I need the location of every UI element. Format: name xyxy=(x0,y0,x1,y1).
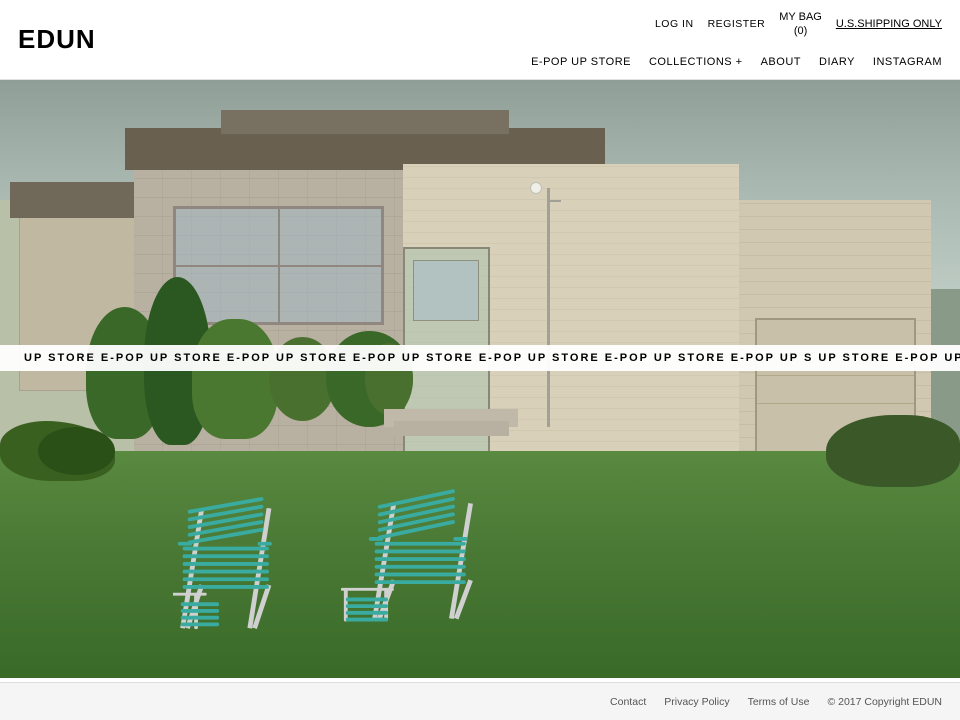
front-window-large xyxy=(173,206,384,326)
register-link[interactable]: REGISTER xyxy=(708,18,766,30)
lamppost-pole xyxy=(547,188,550,427)
neighbor-roof xyxy=(10,182,154,218)
footer-contact[interactable]: Contact xyxy=(610,696,646,708)
shrub-left-2 xyxy=(38,427,115,475)
ticker-content: UP STORE E-POP UP STORE E-POP UP STORE E… xyxy=(0,352,960,364)
nav-collections[interactable]: COLLECTIONS + xyxy=(649,56,743,68)
site-logo[interactable]: EDUN xyxy=(18,24,96,55)
epopup-link[interactable]: E-POP UP STORE xyxy=(531,56,631,68)
site-header: EDUN LOG IN REGISTER MY BAG (0) U.S.SHIP… xyxy=(0,0,960,80)
garage-door-panel-1 xyxy=(757,320,914,348)
footer-privacy[interactable]: Privacy Policy xyxy=(664,696,729,708)
nav-epopup[interactable]: E-POP UP STORE xyxy=(531,55,631,69)
nav-diary[interactable]: DIARY xyxy=(819,56,855,68)
footer-copyright: © 2017 Copyright EDUN xyxy=(827,696,942,708)
bag-count: (0) xyxy=(779,24,822,38)
lamp-globe xyxy=(530,182,542,194)
collections-label: COLLECTIONS + xyxy=(649,56,743,68)
lamp-arm xyxy=(547,200,561,202)
shipping-info: U.S.SHIPPING ONLY xyxy=(836,17,942,31)
footer-terms[interactable]: Terms of Use xyxy=(748,696,810,708)
photo-scene xyxy=(0,80,960,678)
window-divider-h xyxy=(176,265,381,267)
nav-instagram[interactable]: INSTAGRAM xyxy=(873,56,942,68)
site-footer: Contact Privacy Policy Terms of Use © 20… xyxy=(0,682,960,720)
top-right-links: LOG IN REGISTER MY BAG (0) U.S.SHIPPING … xyxy=(655,10,942,39)
my-bag-label: MY BAG xyxy=(779,10,822,24)
my-bag-widget[interactable]: MY BAG (0) xyxy=(779,10,822,39)
door-window xyxy=(413,260,479,322)
login-link[interactable]: LOG IN xyxy=(655,18,694,30)
lounge-chairs-svg xyxy=(173,433,653,660)
hero-image xyxy=(0,80,960,678)
main-nav: E-POP UP STORE COLLECTIONS + ABOUT DIARY… xyxy=(531,55,942,69)
nav-about[interactable]: ABOUT xyxy=(761,56,801,68)
ticker-banner: UP STORE E-POP UP STORE E-POP UP STORE E… xyxy=(0,345,960,371)
bush-1 xyxy=(192,319,278,439)
main-roof-peak xyxy=(221,110,509,134)
ticker-text: UP STORE E-POP UP STORE E-POP UP STORE E… xyxy=(0,352,960,364)
garage-door-panel-3 xyxy=(757,376,914,404)
shrub-right xyxy=(826,415,960,487)
